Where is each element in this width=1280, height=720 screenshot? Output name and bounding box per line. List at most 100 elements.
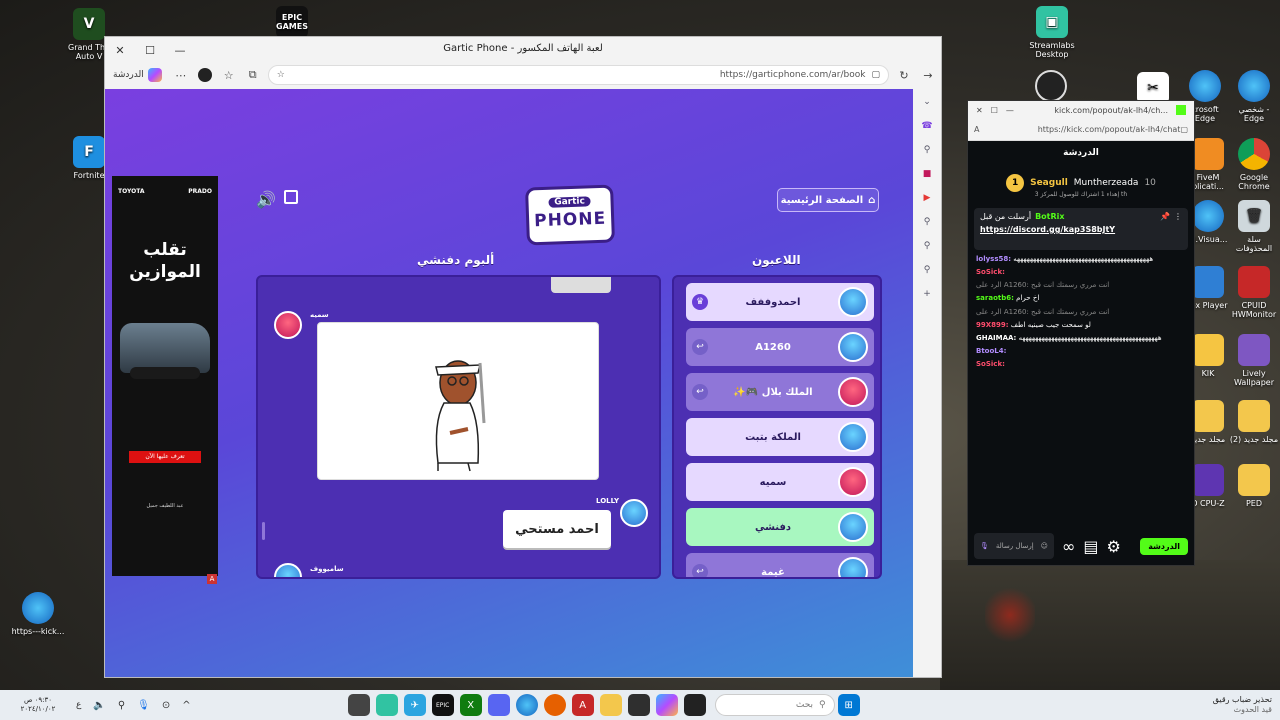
chevron-up-icon[interactable]: ^ bbox=[182, 700, 190, 711]
acrobat-icon[interactable]: A bbox=[571, 694, 594, 716]
player-row[interactable]: دفنشي bbox=[686, 508, 874, 546]
pin-icon[interactable]: 📌 bbox=[1160, 212, 1170, 221]
desktop-icon-edge-personal[interactable]: شخصي - Edge bbox=[1226, 70, 1280, 123]
search-icon[interactable]: ⚲ bbox=[920, 263, 934, 277]
mic-icon[interactable]: 🎙 bbox=[137, 700, 150, 711]
address-bar[interactable]: ☆ https://garticphone.com/ar/book ▢ bbox=[267, 65, 889, 85]
search-icon[interactable]: ⚲ bbox=[920, 143, 934, 157]
copilot-button[interactable]: الدردشة bbox=[109, 68, 166, 82]
close-window-button[interactable]: ✕ bbox=[105, 37, 135, 63]
chat-username[interactable]: 99X899: bbox=[976, 321, 1009, 329]
close-icon[interactable]: ✕ bbox=[976, 106, 983, 115]
search-icon[interactable]: ⚲ bbox=[920, 239, 934, 253]
search-icon: ⚲ bbox=[819, 700, 826, 710]
sound-icon[interactable]: 🔊 bbox=[256, 190, 276, 209]
taskbar-search[interactable]: ⚲ بحث bbox=[714, 694, 835, 716]
profile-icon[interactable] bbox=[196, 66, 214, 84]
chat-input-field[interactable]: 🎙 إرسال رسالة ☺ bbox=[974, 533, 1054, 559]
search-icon[interactable]: ⚲ bbox=[920, 215, 934, 229]
pinned-link[interactable]: https://discord.gg/kap3S8bJtY bbox=[980, 225, 1182, 234]
link-icon[interactable]: ∞ bbox=[1062, 537, 1075, 556]
folder-icon bbox=[1238, 400, 1270, 432]
gartic-icon[interactable]: ☎ bbox=[920, 119, 934, 133]
rejoin-icon[interactable] bbox=[692, 429, 708, 445]
app-icon[interactable] bbox=[627, 694, 650, 716]
desktop-icon-edge-kick[interactable]: https---kick... bbox=[10, 592, 66, 636]
minimize-icon[interactable]: — bbox=[1006, 106, 1014, 115]
streamlabs-icon[interactable] bbox=[375, 694, 398, 716]
folder-icon[interactable] bbox=[599, 694, 622, 716]
desktop-icon-chrome[interactable]: Google Chrome bbox=[1226, 138, 1280, 191]
app-icon[interactable] bbox=[683, 694, 706, 716]
chat-username[interactable]: BtooL4: bbox=[976, 347, 1006, 355]
mic-icon[interactable]: 🎙 bbox=[980, 542, 989, 550]
desktop-icon-lively[interactable]: Lively Wallpaper bbox=[1226, 334, 1280, 387]
gift-icon[interactable]: ▤ bbox=[1083, 537, 1098, 556]
desktop-icon-ped[interactable]: PED bbox=[1226, 464, 1280, 508]
network-icon[interactable]: ⚲ bbox=[118, 700, 125, 711]
settings-icon[interactable]: ⚙ bbox=[1106, 537, 1120, 556]
rejoin-icon[interactable]: ↩ bbox=[692, 564, 708, 577]
fullscreen-icon[interactable] bbox=[284, 190, 298, 204]
volume-icon[interactable]: 🔈 bbox=[93, 700, 105, 711]
back-icon[interactable]: → bbox=[919, 66, 937, 84]
desktop-icon-new-folder-2[interactable]: (2) مجلد جديد bbox=[1226, 400, 1280, 444]
url-text: https://garticphone.com/ar/book bbox=[719, 70, 866, 80]
player-row[interactable]: الملكة بتبت bbox=[686, 418, 874, 456]
album-scrollbar[interactable] bbox=[262, 522, 265, 540]
player-row[interactable]: الملك بلال 🎮✨ ↩ bbox=[686, 373, 874, 411]
firefox-icon[interactable] bbox=[543, 694, 566, 716]
rejoin-icon[interactable]: ↩ bbox=[692, 339, 708, 355]
chat-username[interactable]: lolyss58: bbox=[976, 255, 1011, 263]
add-favorite-icon[interactable]: ☆ bbox=[277, 70, 285, 80]
edge-icon[interactable] bbox=[515, 694, 538, 716]
favorites-icon[interactable]: ☆ bbox=[220, 66, 238, 84]
emoji-icon[interactable]: ☺ bbox=[1041, 542, 1048, 550]
home-button[interactable]: ⌂ الصفحة الرئيسية bbox=[777, 188, 879, 212]
desktop-icon-hwmonitor[interactable]: CPUID HWMonitor bbox=[1226, 266, 1280, 319]
tray-icon[interactable]: ⊙ bbox=[162, 700, 170, 711]
telegram-icon[interactable]: ✈ bbox=[403, 694, 426, 716]
chat-username[interactable]: SoSick: bbox=[976, 268, 1005, 276]
copilot-icon[interactable] bbox=[655, 694, 678, 716]
epic-games-icon[interactable]: EPIC bbox=[431, 694, 454, 716]
ad-cta-button[interactable]: تعرف عليها الآن bbox=[129, 451, 201, 464]
minimize-window-button[interactable]: — bbox=[165, 37, 195, 63]
youtube-icon[interactable]: ▶ bbox=[920, 191, 934, 205]
rejoin-icon[interactable] bbox=[692, 474, 708, 490]
add-icon[interactable]: + bbox=[920, 287, 934, 301]
chat-message: lolyss58: هههههههههههههههههههههههههههههه… bbox=[976, 254, 1186, 264]
refresh-icon[interactable]: ↻ bbox=[895, 66, 913, 84]
notification-icon[interactable]: ع bbox=[76, 700, 81, 710]
desktop-icon-recycle-bin[interactable]: 🗑 سلة المحذوفات bbox=[1226, 200, 1280, 253]
windows-start-icon[interactable]: ⊞ bbox=[837, 694, 860, 716]
rejoin-icon[interactable]: ↩ bbox=[692, 384, 708, 400]
maximize-window-button[interactable]: ☐ bbox=[135, 37, 165, 63]
extensions-icon[interactable]: ⧉ bbox=[244, 66, 262, 84]
more-icon[interactable]: ⋯ bbox=[172, 66, 190, 84]
player-row[interactable]: A1260 ↩ bbox=[686, 328, 874, 366]
discord-icon[interactable] bbox=[487, 694, 510, 716]
chevron-down-icon[interactable]: ⌄ bbox=[920, 95, 934, 109]
rejoin-icon[interactable] bbox=[692, 519, 708, 535]
chat-username[interactable]: GHAIMAA: bbox=[976, 334, 1016, 342]
weather-widget[interactable]: تحذير ضباب رقيق قيد الحدوث bbox=[1213, 695, 1280, 716]
send-chat-button[interactable]: الدردشة bbox=[1140, 537, 1188, 555]
chat-username[interactable]: saraotb6: bbox=[976, 294, 1014, 302]
app-icon[interactable] bbox=[347, 694, 370, 716]
chat-address-bar[interactable]: A https://kick.com/popout/ak-lh4/chat ▢ bbox=[968, 119, 1194, 141]
desktop-icon-streamlabs[interactable]: ▣ Streamlabs Desktop bbox=[1024, 6, 1080, 59]
chat-username[interactable]: SoSick: bbox=[976, 360, 1005, 368]
ad-banner[interactable]: TOYOTA PRADO تقلب الموازين تعرف عليها ال… bbox=[112, 176, 218, 584]
menu-icon[interactable]: ⋮ bbox=[1174, 212, 1182, 221]
app-icon[interactable]: ■ bbox=[920, 167, 934, 181]
player-row[interactable]: غيمة ↩ bbox=[686, 553, 874, 577]
ad-choices-icon[interactable]: A bbox=[207, 574, 217, 584]
player-row[interactable]: سميه bbox=[686, 463, 874, 501]
pinned-message[interactable]: أرسلت من قبل BotRix 📌 ⋮ https://discord.… bbox=[974, 208, 1188, 250]
clock[interactable]: ٠٩:٣٠ ص ٢٠٢٤/١٠/٠٢ bbox=[0, 696, 70, 714]
maximize-icon[interactable]: ☐ bbox=[991, 106, 998, 115]
player-row[interactable]: احمدوففف ♛ bbox=[686, 283, 874, 321]
album-panel[interactable]: سميه LOLLY احمد مستحي ساميووف bbox=[256, 275, 661, 579]
xbox-icon[interactable]: X bbox=[459, 694, 482, 716]
